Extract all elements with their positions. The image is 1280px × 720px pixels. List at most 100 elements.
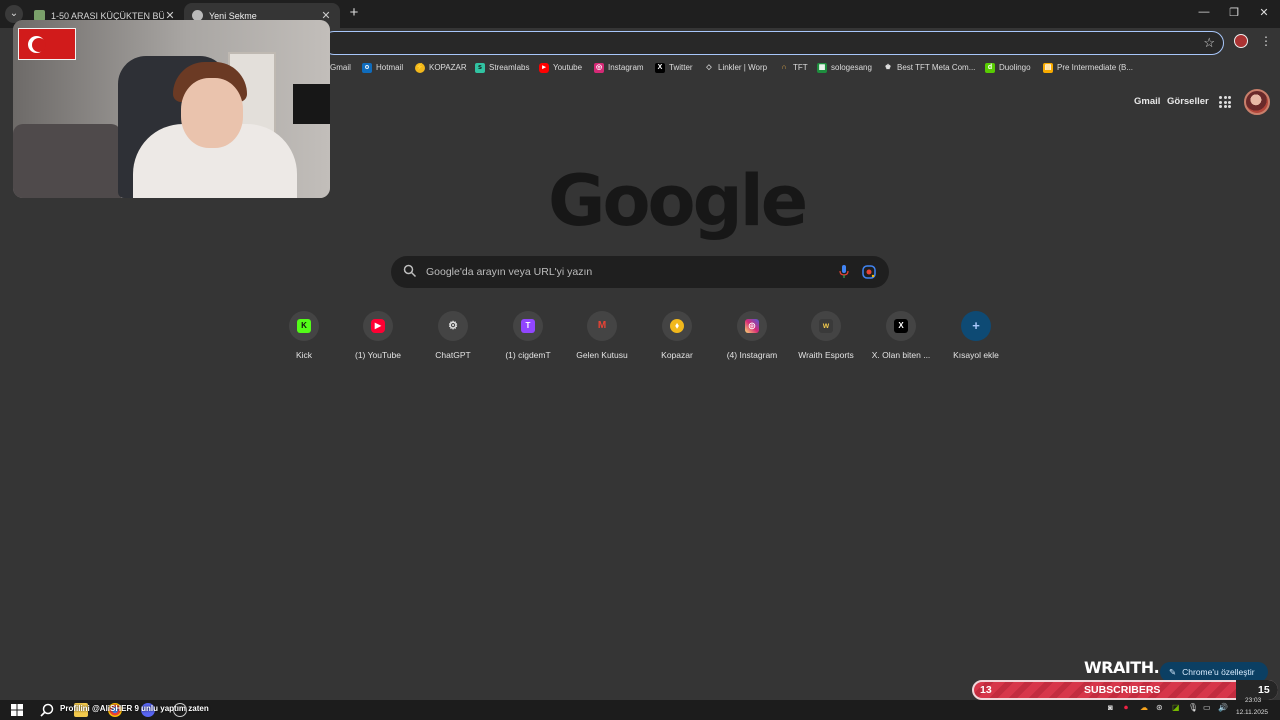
shortcut-label: (1) YouTube: [355, 350, 401, 360]
shortcut-kopazar[interactable]: ⬧ Kopazar: [640, 311, 714, 367]
mic-muted-tray-icon[interactable]: ⏺: [1124, 703, 1128, 713]
steam-tray-icon[interactable]: ⊛: [1156, 703, 1163, 712]
wraith-icon: w: [819, 319, 833, 333]
sheets-icon: ▦: [817, 62, 827, 73]
bookmark-instagram[interactable]: ◎ Instagram: [594, 61, 644, 74]
address-bar[interactable]: ☆: [322, 31, 1224, 55]
doc-icon: ▤: [1043, 62, 1053, 73]
shortcut-label: (1) cigdemT: [505, 350, 551, 360]
webcam-overlay: [13, 20, 330, 198]
bookmark-label: Youtube: [553, 63, 583, 72]
shortcut-label: Kısayol ekle: [953, 350, 999, 360]
bookmark-label: Streamlabs: [489, 63, 530, 72]
webcam-tv: [293, 84, 330, 124]
profile-avatar-button[interactable]: [1234, 34, 1248, 48]
bookmark-gmail[interactable]: Gmail: [330, 61, 351, 74]
bookmark-hotmail[interactable]: o Hotmail: [362, 61, 403, 74]
shortcut-cigdemt[interactable]: T (1) cigdemT: [491, 311, 565, 367]
shortcut-tile: ◎: [737, 311, 767, 341]
tft-icon: ∩: [781, 63, 787, 71]
add-icon: +: [972, 318, 980, 333]
duolingo-icon: d: [985, 62, 995, 73]
images-link[interactable]: Görseller: [1167, 96, 1209, 107]
bookmark-youtube[interactable]: ▸ Youtube: [539, 61, 582, 74]
wraith-logo: WRAITH.: [1084, 658, 1160, 677]
shortcut-label: (4) Instagram: [726, 350, 778, 360]
twitch-icon: T: [521, 319, 535, 333]
shortcut-gelen-kutusu[interactable]: M Gelen Kutusu: [565, 311, 639, 367]
turkish-flag-icon: [18, 28, 76, 60]
shortcut-tile: M: [587, 311, 617, 341]
shortcut-chatgpt[interactable]: ⚙ ChatGPT: [416, 311, 490, 367]
clock-date[interactable]: 12.11.2025: [1236, 709, 1268, 716]
bookmark-label: TFT: [793, 63, 808, 72]
bookmark-pre-intermediate[interactable]: ▤ Pre Intermediate (B...: [1043, 61, 1133, 74]
gmail-link[interactable]: Gmail: [1134, 96, 1160, 107]
webcam-person-face: [181, 78, 243, 148]
bookmark-label: Twitter: [669, 63, 693, 72]
x-icon: X: [655, 62, 665, 73]
google-lens-icon[interactable]: [862, 265, 876, 279]
bookmark-streamlabs[interactable]: s Streamlabs: [475, 61, 529, 74]
volume-tray-icon[interactable]: 🔊: [1218, 703, 1228, 712]
shortcut-add[interactable]: + Kısayol ekle: [939, 311, 1013, 367]
kick-icon: K: [297, 319, 311, 333]
google-account-avatar[interactable]: [1244, 89, 1270, 115]
stream-chat-message: Profilini @AliSHER 9 unlu yaptım zaten: [60, 704, 209, 713]
shortcut-wraith-esports[interactable]: w Wraith Esports: [789, 311, 863, 367]
shortcut-x[interactable]: X X. Olan biten ...: [864, 311, 938, 367]
shortcut-tile: w: [811, 311, 841, 341]
nvidia-tray-icon[interactable]: ◪: [1172, 703, 1180, 712]
minimize-button[interactable]: —: [1196, 6, 1212, 18]
bookmark-label: sologesang: [831, 63, 872, 72]
worp-icon: ◇: [706, 63, 712, 71]
search-input[interactable]: Google'da arayın veya URL'yi yazın: [426, 266, 592, 278]
bookmark-label: Best TFT Meta Com...: [897, 63, 976, 72]
pencil-icon: ✎: [1169, 666, 1177, 677]
bookmark-label: Duolingo: [999, 63, 1031, 72]
clock-time[interactable]: 23:03: [1245, 697, 1261, 704]
subscriber-goal-bar: 13 SUBSCRIBERS 15: [972, 680, 1278, 700]
search-icon[interactable]: [40, 703, 54, 717]
bookmark-tft[interactable]: ∩ TFT: [779, 61, 808, 74]
bookmark-twitter[interactable]: X Twitter: [655, 61, 693, 74]
bookmark-duolingo[interactable]: d Duolingo: [985, 61, 1031, 74]
bookmark-sologesang[interactable]: ▦ sologesang: [817, 61, 872, 74]
bookmark-kopazar[interactable]: ⚡ KOPAZAR: [415, 61, 467, 74]
subscriber-current-count: 13: [980, 684, 992, 696]
new-tab-button[interactable]: +: [346, 5, 362, 21]
voice-search-icon[interactable]: [839, 265, 849, 279]
cloud-tray-icon[interactable]: ☁: [1140, 703, 1148, 712]
instagram-icon: ◎: [745, 319, 759, 333]
shortcut-kick[interactable]: K Kick: [267, 311, 341, 367]
kopazar-icon: ⚡: [415, 62, 425, 73]
youtube-icon: ▶: [371, 319, 385, 333]
bookmark-label: KOPAZAR: [429, 63, 467, 72]
chrome-menu-icon[interactable]: ⋮: [1260, 34, 1272, 48]
bookmark-best-tft-meta[interactable]: ♚ Best TFT Meta Com...: [883, 61, 976, 74]
subscriber-label: SUBSCRIBERS: [1084, 684, 1161, 696]
youtube-icon: ▸: [539, 62, 549, 73]
shortcut-label: Gelen Kutusu: [576, 350, 628, 360]
customize-chrome-button[interactable]: ✎ Chrome'u özelleştir: [1160, 662, 1268, 682]
bookmark-label: Hotmail: [376, 63, 404, 72]
gmail-icon: M: [595, 319, 609, 333]
google-apps-icon[interactable]: [1219, 96, 1231, 108]
bookmark-label: Pre Intermediate (B...: [1057, 63, 1134, 72]
windows-start-icon[interactable]: [10, 703, 24, 717]
shortcut-youtube[interactable]: ▶ (1) YouTube: [341, 311, 415, 367]
restore-button[interactable]: ❐: [1226, 6, 1242, 19]
shortcut-label: X. Olan biten ...: [871, 350, 931, 360]
network-tray-icon[interactable]: ▭: [1203, 703, 1211, 712]
streamlabs-icon: s: [475, 62, 485, 73]
chatgpt-icon: ⚙: [446, 319, 460, 333]
discord-tray-icon[interactable]: ◙: [1108, 703, 1113, 712]
shortcut-label: ChatGPT: [435, 350, 471, 360]
shortcut-instagram[interactable]: ◎ (4) Instagram: [715, 311, 789, 367]
search-icon: [403, 264, 417, 278]
bookmark-star-icon[interactable]: ☆: [1203, 35, 1215, 51]
search-box[interactable]: Google'da arayın veya URL'yi yazın: [391, 256, 889, 288]
microphone-tray-icon[interactable]: 🎙: [1188, 703, 1198, 712]
window-close-button[interactable]: ✕: [1256, 6, 1272, 19]
bookmark-worp[interactable]: ◇ Linkler | Worp: [704, 61, 767, 74]
